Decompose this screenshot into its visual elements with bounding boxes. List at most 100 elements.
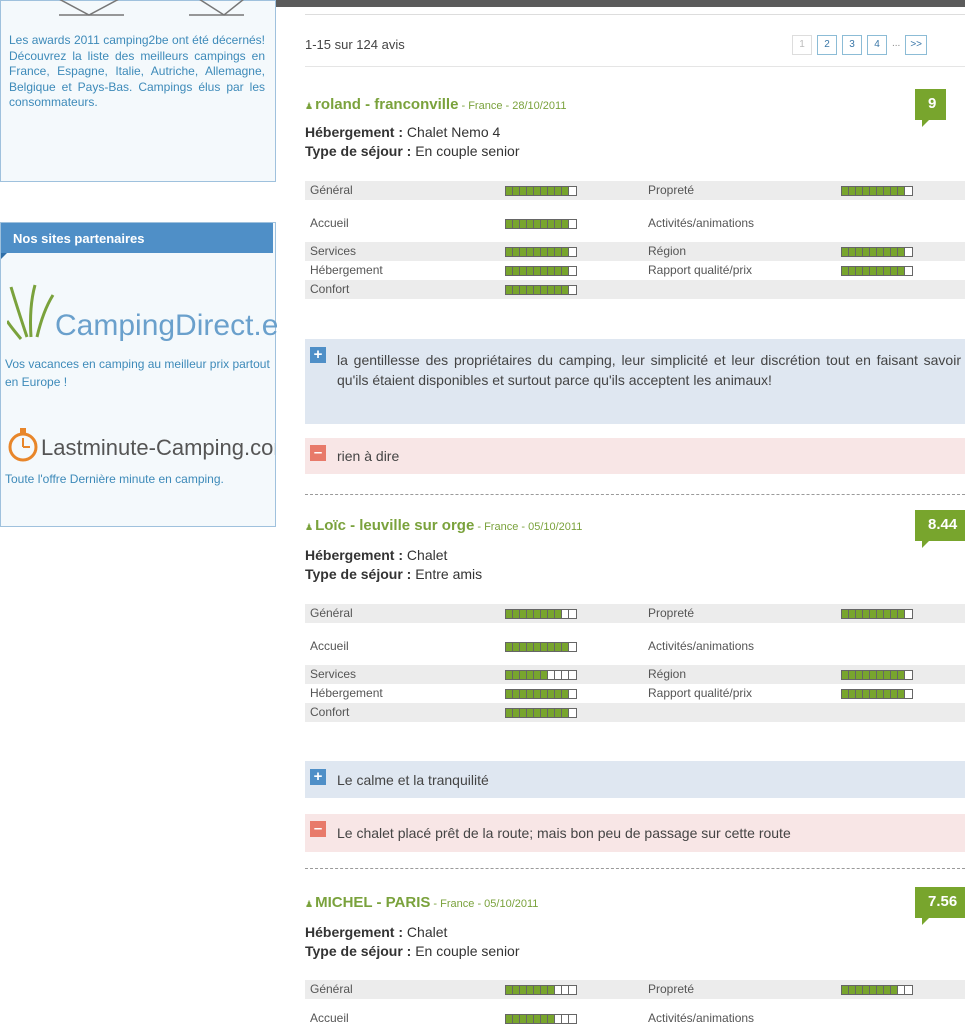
page-4-button[interactable]: 4 bbox=[867, 35, 887, 55]
rating-segment bbox=[541, 709, 548, 717]
rating-segment bbox=[891, 986, 898, 994]
reviewer-name[interactable]: roland - franconville bbox=[315, 96, 458, 113]
rating-segment bbox=[534, 1015, 541, 1023]
review-count: 1-15 sur 124 avis bbox=[305, 37, 405, 52]
rating-segment bbox=[562, 187, 569, 195]
page-2-button[interactable]: 2 bbox=[817, 35, 837, 55]
review-meta: - France - 28/10/2011 bbox=[458, 100, 567, 112]
positive-comment: + Le calme et la tranquilité bbox=[305, 761, 965, 798]
rating-segment bbox=[898, 986, 905, 994]
rating-segment bbox=[891, 690, 898, 698]
rating-segment bbox=[905, 267, 912, 275]
rating-segment bbox=[877, 267, 884, 275]
partners-header-flag bbox=[1, 253, 7, 259]
rating-label: Accueil bbox=[310, 1011, 349, 1025]
rating-segment bbox=[520, 1015, 527, 1023]
rating-segment bbox=[534, 610, 541, 618]
rating-segment bbox=[891, 267, 898, 275]
pagination: 1 2 3 4 ... >> bbox=[792, 34, 928, 56]
rating-label: Confort bbox=[310, 282, 350, 296]
rating-bar bbox=[505, 670, 577, 680]
rating-segment bbox=[534, 220, 541, 228]
review-header: ♟ roland - franconville - France - 28/10/… bbox=[305, 96, 566, 113]
grass-icon bbox=[7, 284, 55, 340]
rating-segment bbox=[555, 187, 562, 195]
rating-bar bbox=[505, 266, 577, 276]
positive-comment-text: Le calme et la tranquilité bbox=[337, 772, 489, 788]
rating-segment bbox=[870, 187, 877, 195]
rating-segment bbox=[527, 610, 534, 618]
rating-segment bbox=[555, 671, 562, 679]
rating-segment bbox=[534, 709, 541, 717]
rating-segment bbox=[506, 248, 513, 256]
score-badge: 8.44 bbox=[915, 510, 965, 548]
rating-segment bbox=[884, 248, 891, 256]
rating-label: Activités/animations bbox=[648, 639, 755, 653]
rating-segment bbox=[520, 671, 527, 679]
rating-segment bbox=[870, 986, 877, 994]
next-pages-button[interactable]: >> bbox=[905, 35, 928, 55]
rating-segment bbox=[849, 986, 856, 994]
rating-segment bbox=[891, 248, 898, 256]
rating-segment bbox=[520, 187, 527, 195]
user-icon: ♟ bbox=[305, 899, 314, 909]
rating-segment bbox=[506, 709, 513, 717]
rating-segment bbox=[527, 286, 534, 294]
accommodation-label: Hébergement : bbox=[305, 924, 404, 940]
rating-label: Accueil bbox=[310, 639, 349, 653]
rating-segment bbox=[541, 643, 548, 651]
rating-segment bbox=[534, 187, 541, 195]
awards-text[interactable]: Les awards 2011 camping2be ont été décer… bbox=[9, 33, 265, 111]
rating-segment bbox=[569, 187, 576, 195]
score-badge: 9 bbox=[915, 89, 947, 127]
rating-segment bbox=[513, 986, 520, 994]
rating-segment bbox=[548, 643, 555, 651]
rating-segment bbox=[506, 690, 513, 698]
rating-bar bbox=[841, 689, 913, 699]
rating-segment bbox=[548, 220, 555, 228]
rating-label: Hébergement bbox=[310, 263, 383, 277]
rating-segment bbox=[527, 187, 534, 195]
rating-segment bbox=[863, 248, 870, 256]
rating-segment bbox=[506, 187, 513, 195]
campingdirect-logo-text: CampingDirect.eu bbox=[55, 309, 277, 342]
rating-segment bbox=[569, 248, 576, 256]
rating-segment bbox=[506, 643, 513, 651]
rating-segment bbox=[898, 267, 905, 275]
lastminute-logo[interactable]: Lastminute-Camping.com bbox=[5, 419, 275, 469]
rating-bar bbox=[505, 219, 577, 229]
rating-segment bbox=[513, 248, 520, 256]
rating-segment bbox=[513, 286, 520, 294]
campingdirect-text[interactable]: Vos vacances en camping au meilleur prix… bbox=[5, 355, 275, 391]
rating-row: Hébergement Rapport qualité/prix bbox=[305, 684, 965, 703]
accommodation-line: Hébergement : Chalet bbox=[305, 547, 447, 563]
rating-bar bbox=[505, 186, 577, 196]
rating-segment bbox=[870, 248, 877, 256]
rating-segment bbox=[870, 267, 877, 275]
page-3-button[interactable]: 3 bbox=[842, 35, 862, 55]
review-header: ♟ Loïc - leuville sur orge - France - 05/… bbox=[305, 517, 582, 534]
rating-segment bbox=[842, 610, 849, 618]
rating-segment bbox=[863, 690, 870, 698]
rating-row: Confort bbox=[305, 280, 965, 299]
campingdirect-logo[interactable]: CampingDirect.eu bbox=[7, 277, 277, 347]
rating-segment bbox=[884, 267, 891, 275]
rating-bar bbox=[841, 186, 913, 196]
rating-segment bbox=[548, 671, 555, 679]
rating-segment bbox=[555, 690, 562, 698]
lastminute-text[interactable]: Toute l'offre Dernière minute en camping… bbox=[5, 471, 245, 488]
review-separator bbox=[305, 494, 965, 495]
negative-comment-text: Le chalet placé prêt de la route; mais b… bbox=[337, 825, 791, 841]
rating-segment bbox=[877, 690, 884, 698]
rating-row: Général Propreté bbox=[305, 980, 965, 999]
rating-label: Confort bbox=[310, 705, 350, 719]
stay-type-line: Type de séjour : En couple senior bbox=[305, 943, 520, 959]
rating-segment bbox=[569, 671, 576, 679]
rating-segment bbox=[513, 1015, 520, 1023]
reviewer-name[interactable]: MICHEL - PARIS bbox=[315, 894, 430, 911]
reviewer-name[interactable]: Loïc - leuville sur orge bbox=[315, 517, 474, 534]
rating-segment bbox=[520, 610, 527, 618]
divider bbox=[305, 66, 965, 67]
rating-label: Activités/animations bbox=[648, 216, 755, 230]
clock-icon bbox=[8, 428, 38, 462]
